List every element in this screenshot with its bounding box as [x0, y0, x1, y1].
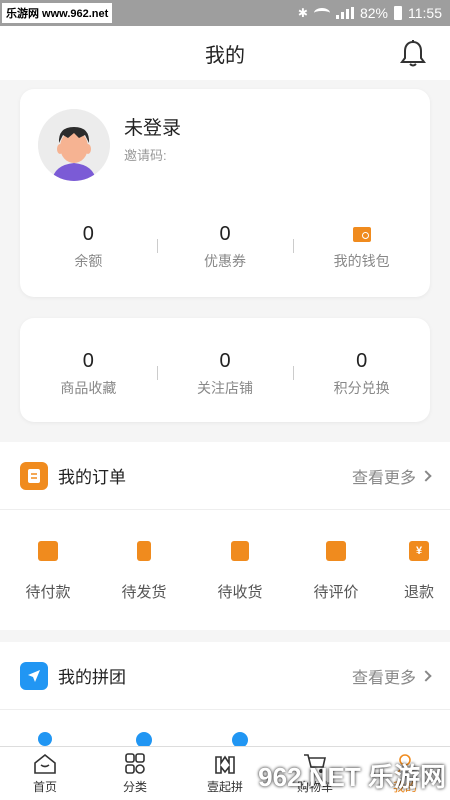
refund-item[interactable]: ¥ 退款 [384, 540, 450, 602]
comment-icon [326, 540, 346, 561]
avatar-icon [38, 109, 110, 181]
pending-review-label: 待评价 [313, 583, 359, 601]
coupon-label: 优惠券 [204, 253, 246, 269]
username[interactable]: 未登录 [124, 113, 181, 140]
group-section: 我的拼团 查看更多 [0, 642, 450, 748]
wallet-label: 我的钱包 [333, 253, 390, 269]
wallet-icon [352, 226, 371, 242]
status-bar: 乐游网 www.962.net ✱ 82% 11:55 [0, 0, 450, 26]
wallet-icon [38, 540, 58, 561]
followed-shops-stat[interactable]: 0 关注店铺 [156, 348, 294, 398]
home-icon [34, 753, 56, 774]
chevron-right-icon [420, 669, 432, 682]
pending-review-item[interactable]: 待评价 [288, 540, 384, 602]
package-icon [231, 540, 249, 561]
watermark-logo: 962.NET 乐游网 [258, 762, 446, 792]
tab-home-label: 首页 [32, 779, 57, 794]
account-stats: 0 余额 0 优惠券 我的钱包 [20, 221, 430, 271]
wifi-icon [313, 8, 330, 18]
group-member-icon[interactable] [38, 732, 52, 746]
points-exchange-value: 0 [356, 349, 368, 372]
refund-label: 退款 [403, 583, 434, 601]
battery-icon [394, 6, 402, 20]
orders-more-link[interactable]: 查看更多 [352, 464, 416, 488]
orders-title: 我的订单 [58, 468, 126, 487]
product-favorites-value: 0 [82, 349, 94, 372]
pending-shipment-item[interactable]: 待发货 [96, 540, 192, 602]
balance-stat[interactable]: 0 余额 [20, 221, 157, 271]
followed-shops-label: 关注店铺 [197, 380, 253, 396]
balance-label: 余额 [74, 253, 103, 269]
orders-header[interactable]: 我的订单 查看更多 [0, 442, 450, 510]
order-status-row: 待付款 待发货 待收货 待评价 ¥ 退款 [0, 510, 450, 632]
signal-icon [335, 7, 354, 19]
battery-percent: 82% [359, 5, 388, 21]
pending-receipt-item[interactable]: 待收货 [192, 540, 288, 602]
avatar[interactable] [38, 109, 110, 181]
compass-icon [20, 661, 48, 690]
category-icon [125, 752, 145, 774]
points-exchange-stat[interactable]: 0 积分兑换 [293, 348, 430, 398]
followed-shops-value: 0 [219, 349, 231, 372]
hourglass-icon [137, 540, 151, 561]
pending-receipt-label: 待收货 [217, 583, 263, 601]
pending-shipment-label: 待发货 [121, 583, 167, 601]
product-favorites-stat[interactable]: 0 商品收藏 [20, 348, 157, 398]
balance-value: 0 [82, 222, 94, 245]
yen-icon: ¥ [409, 540, 429, 561]
wallet-stat[interactable]: 我的钱包 [293, 221, 430, 271]
group-buy-icon [215, 755, 235, 774]
bell-icon[interactable] [400, 39, 426, 67]
product-favorites-label: 商品收藏 [60, 380, 117, 396]
group-more-link[interactable]: 查看更多 [352, 664, 416, 688]
watermark-label: 乐游网 www.962.net [2, 3, 113, 23]
orders-section: 我的订单 查看更多 待付款 待发货 待收货 待评价 ¥ 退款 [0, 442, 450, 630]
orders-icon [20, 461, 48, 490]
tab-home[interactable]: 首页 [0, 747, 90, 800]
tab-category[interactable]: 分类 [90, 747, 180, 800]
favorites-card: 0 商品收藏 0 关注店铺 0 积分兑换 [20, 318, 430, 422]
group-title: 我的拼团 [58, 668, 126, 687]
tab-group-buy-label: 壹起拼 [206, 779, 243, 794]
pending-payment-label: 待付款 [25, 583, 71, 601]
favorites-stats: 0 商品收藏 0 关注店铺 0 积分兑换 [20, 348, 430, 398]
bluetooth-icon: ✱ [297, 6, 308, 20]
chevron-right-icon [420, 469, 432, 482]
page-title: 我的 [205, 44, 245, 67]
page-header: 我的 [0, 26, 450, 80]
tab-category-label: 分类 [122, 779, 147, 794]
profile-card[interactable]: 未登录 邀请码: 0 余额 0 优惠券 我的钱包 [20, 89, 430, 297]
group-status-row [0, 710, 450, 748]
tab-group-buy[interactable]: 壹起拼 [180, 747, 270, 800]
group-header[interactable]: 我的拼团 查看更多 [0, 642, 450, 710]
points-exchange-label: 积分兑换 [333, 380, 390, 396]
pending-payment-item[interactable]: 待付款 [0, 540, 96, 602]
status-icons: ✱ 82% 11:55 [298, 5, 442, 21]
clock: 11:55 [408, 5, 442, 21]
invite-code-label: 邀请码: [124, 148, 167, 163]
coupon-value: 0 [219, 222, 231, 245]
coupon-stat[interactable]: 0 优惠券 [156, 221, 294, 271]
